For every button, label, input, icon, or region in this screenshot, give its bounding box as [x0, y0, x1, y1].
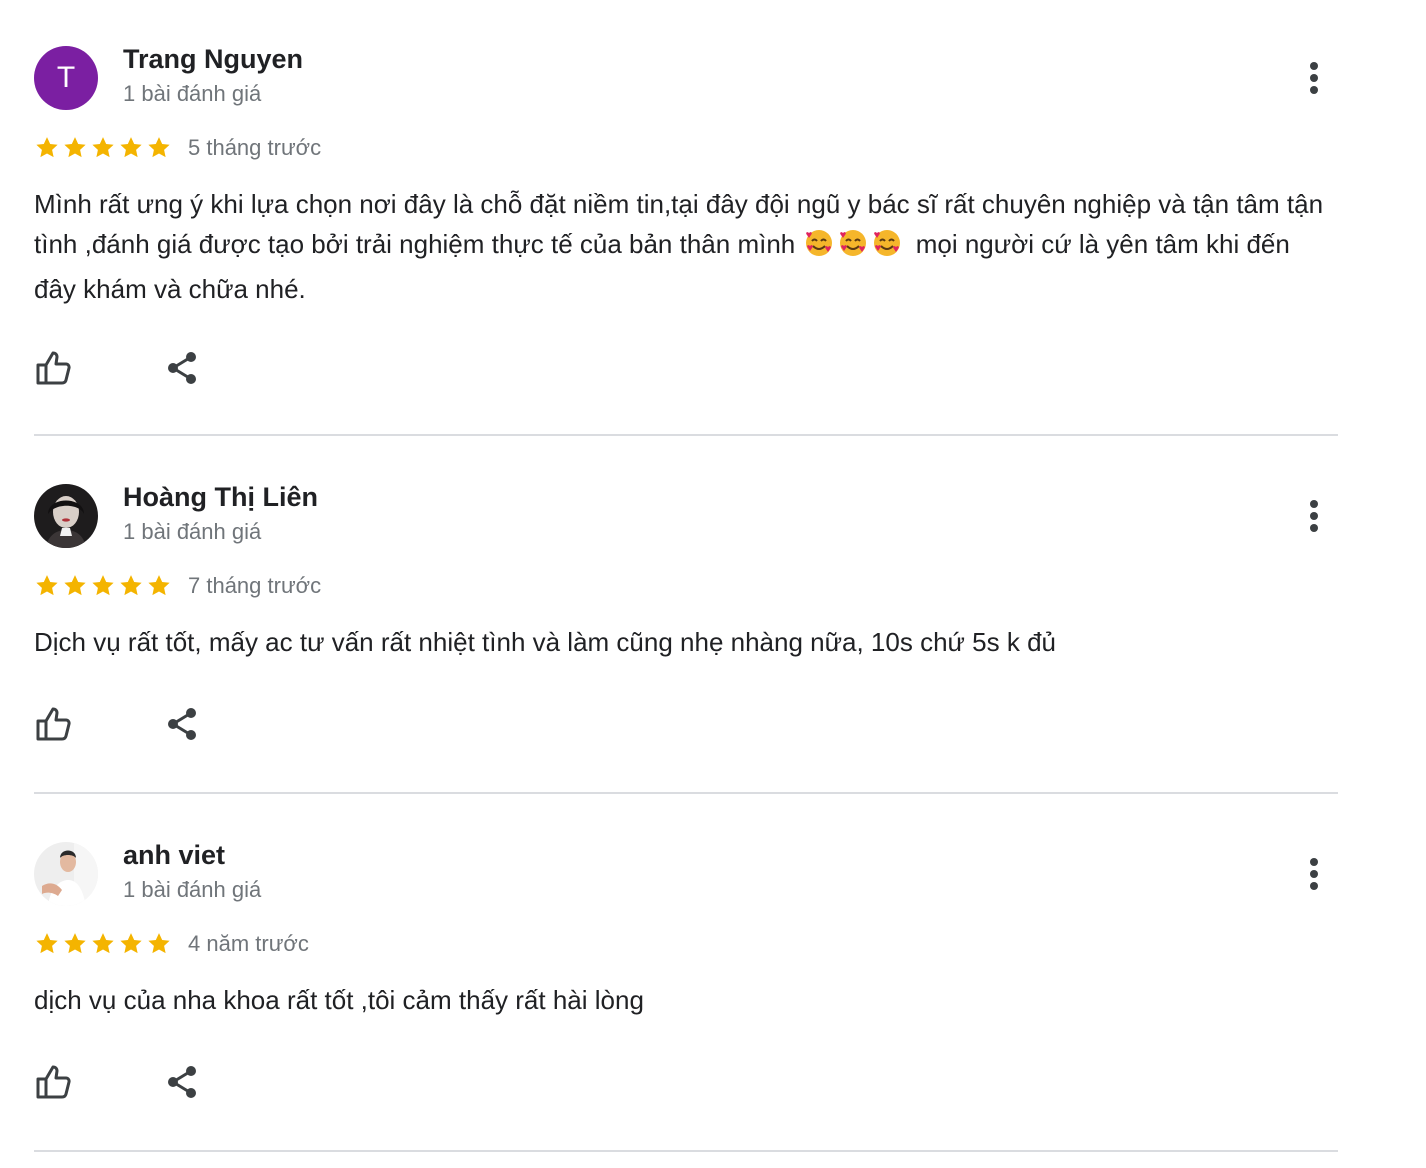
star-rating [34, 135, 174, 161]
rating-row: 7 tháng trước [34, 570, 321, 602]
more-vert-icon [1310, 500, 1318, 532]
share-button[interactable] [162, 348, 202, 388]
share-button[interactable] [162, 1062, 202, 1102]
review-count[interactable]: 1 bài đánh giá [123, 519, 261, 545]
star-icon [92, 137, 114, 158]
review-text: dịch vụ của nha khoa rất tốt ,tôi cảm th… [34, 985, 644, 1015]
divider [34, 434, 1338, 436]
star-icon [120, 575, 142, 596]
review-card: anh viet 1 bài đánh giá 4 năm trước dịch… [34, 796, 1338, 1152]
star-icon [120, 137, 142, 158]
star-icon [36, 575, 58, 596]
review-count[interactable]: 1 bài đánh giá [123, 877, 261, 903]
share-icon [168, 352, 196, 384]
star-icon [64, 575, 86, 596]
star-icon [148, 137, 170, 158]
star-icon [92, 575, 114, 596]
divider [34, 792, 1338, 794]
thumb-up-icon [36, 1065, 71, 1099]
share-button[interactable] [162, 704, 202, 744]
review-actions [34, 1062, 202, 1102]
review-card: T Trang Nguyen 1 bài đánh giá 5 tháng tr… [34, 0, 1338, 436]
rating-row: 5 tháng trước [34, 132, 321, 164]
smiling-face-with-hearts-icon [806, 230, 833, 256]
review-date: 5 tháng trước [188, 135, 322, 160]
star-icon [148, 575, 170, 596]
star-icon [120, 933, 142, 954]
review-count[interactable]: 1 bài đánh giá [123, 81, 261, 107]
star-icon [36, 933, 58, 954]
review-card: Hoàng Thị Liên 1 bài đánh giá 7 tháng tr… [34, 438, 1338, 794]
more-options-button[interactable] [1298, 496, 1330, 536]
more-vert-icon [1310, 858, 1318, 890]
review-date: 4 năm trước [188, 931, 309, 956]
divider [34, 1150, 1338, 1152]
review-actions [34, 704, 202, 744]
review-text: Dịch vụ rất tốt, mấy ac tư vấn rất nhiệt… [34, 627, 1056, 657]
avatar[interactable] [34, 484, 98, 548]
author-name[interactable]: Hoàng Thị Liên [123, 482, 318, 513]
avatar-photo [34, 842, 98, 906]
star-rating [34, 573, 174, 599]
star-icon [148, 933, 170, 954]
star-icon [64, 137, 86, 158]
star-icon [64, 933, 86, 954]
author-name[interactable]: anh viet [123, 840, 225, 871]
star-icon [36, 137, 58, 158]
like-button[interactable] [34, 1062, 74, 1102]
review-actions [34, 348, 202, 388]
thumb-up-icon [36, 707, 71, 741]
review-date: 7 tháng trước [188, 573, 322, 598]
more-vert-icon [1310, 62, 1318, 94]
thumb-up-icon [36, 351, 71, 385]
star-rating [34, 931, 174, 957]
share-icon [168, 708, 196, 740]
share-icon [168, 1066, 196, 1098]
emoji-group [804, 228, 906, 269]
smiling-face-with-hearts-icon [874, 230, 901, 256]
avatar[interactable] [34, 842, 98, 906]
like-button[interactable] [34, 704, 74, 744]
review-text: Mình rất ưng ý khi lựa chọn nơi đây là c… [34, 184, 1338, 309]
avatar[interactable]: T [34, 46, 98, 110]
like-button[interactable] [34, 348, 74, 388]
author-name[interactable]: Trang Nguyen [123, 44, 303, 75]
more-options-button[interactable] [1298, 854, 1330, 894]
more-options-button[interactable] [1298, 58, 1330, 98]
avatar-photo [34, 484, 98, 548]
star-icon [92, 933, 114, 954]
rating-row: 4 năm trước [34, 928, 309, 960]
smiling-face-with-hearts-icon [840, 230, 867, 256]
